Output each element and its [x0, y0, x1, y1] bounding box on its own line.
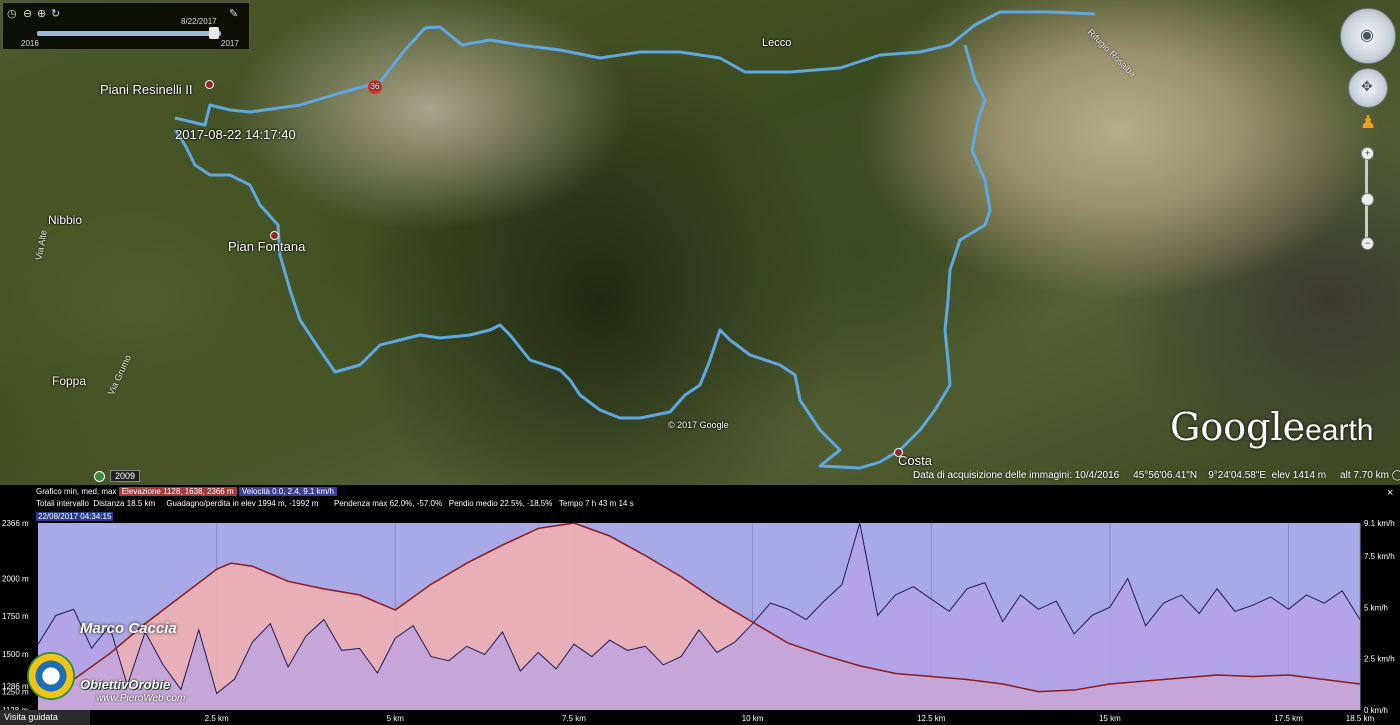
y-right-tick-label: 0 km/h	[1364, 706, 1388, 715]
wrench-icon[interactable]: ✎	[229, 7, 238, 20]
logo-google-word: Google	[1170, 405, 1306, 449]
time-slider-knob[interactable]	[209, 27, 219, 39]
look-control[interactable]: ◉	[1340, 8, 1396, 64]
obiettivorobie-logo	[27, 652, 75, 700]
place-piani-resinelli[interactable]: Piani Resinelli II	[100, 82, 193, 97]
place-lecco[interactable]: Lecco	[762, 37, 791, 49]
track-timestamp-label: 2017-08-22 14:17:40	[175, 127, 296, 142]
route-line	[173, 10, 1096, 470]
loading-icon: ◯	[1391, 470, 1400, 481]
hand-icon: ✥	[1361, 78, 1373, 94]
zoom-out-button[interactable]: −	[1361, 237, 1374, 250]
time-slider-panel[interactable]: ◷ ⊖ ⊕ ↻ ✎ 8/22/2017 2016 2017	[2, 2, 250, 50]
x-tick-label: 7.5 km	[562, 714, 586, 723]
x-tick-label: 2.5 km	[205, 714, 229, 723]
imagery-date: Data di acquisizione delle immagini: 10/…	[913, 470, 1120, 481]
place-costa[interactable]: Costa	[898, 453, 932, 468]
status-bar: Data di acquisizione delle immagini: 10/…	[913, 470, 1400, 481]
x-tick-label: 10 km	[742, 714, 764, 723]
y-left-tick-label: 1250 m	[2, 688, 29, 697]
zoom-in-time-icon[interactable]: ⊕	[37, 7, 46, 20]
slider-start-year: 2016	[21, 39, 39, 48]
google-earth-logo: Googleearth	[1170, 405, 1373, 449]
x-tick-label: 5 km	[387, 714, 405, 723]
x-tick-label: 15 km	[1099, 714, 1121, 723]
author-watermark: Marco Caccia	[80, 620, 177, 637]
logo-text: ObiettivOrobie	[80, 677, 171, 692]
zoom-out-time-icon[interactable]: ⊖	[23, 7, 32, 20]
zoom-slider[interactable]: + −	[1361, 145, 1374, 250]
pin-costa[interactable]	[894, 448, 903, 457]
road-shield: 36	[368, 80, 382, 94]
map-view[interactable]: ◷ ⊖ ⊕ ↻ ✎ 8/22/2017 2016 2017 Piani Resi…	[0, 0, 1400, 485]
eye-icon: ◉	[1360, 27, 1374, 44]
altitude-readout: alt 7.70 km	[1340, 470, 1389, 481]
logo-earth-word: earth	[1305, 414, 1374, 447]
logo-url: www.PieroWeb.com	[96, 693, 186, 704]
x-tick-label: 18.5 km	[1346, 714, 1375, 723]
slider-end-year: 2017	[221, 39, 239, 48]
longitude: 9°24'04.58"E	[1208, 470, 1267, 481]
elevation-profile-panel[interactable]: Grafico min, med, max Elevazione 1128, 1…	[0, 485, 1400, 725]
year-badge[interactable]: 2009	[110, 470, 141, 482]
zoom-handle[interactable]	[1361, 193, 1374, 206]
guided-tour-button[interactable]: Visita guidata	[0, 710, 90, 725]
y-left-tick-label: 2366 m	[2, 519, 29, 528]
y-right-tick-label: 2.5 km/h	[1364, 655, 1395, 664]
y-right-tick-label: 9.1 km/h	[1364, 519, 1395, 528]
move-control[interactable]: ✥	[1348, 68, 1388, 108]
x-tick-label: 17.5 km	[1274, 714, 1303, 723]
elevation-chart[interactable]: 2.5 km 5 km 7.5 km 10 km 12.5 km 15 km 17.5 km…	[0, 485, 1400, 725]
street-view-pegman-icon[interactable]: ♟	[1360, 112, 1376, 133]
y-left-tick-label: 1750 m	[2, 612, 29, 621]
time-slider-track[interactable]	[37, 31, 221, 36]
latitude: 45°56'06.41"N	[1133, 470, 1198, 481]
place-nibbio[interactable]: Nibbio	[48, 213, 82, 227]
slider-date: 8/22/2017	[181, 17, 217, 26]
imagery-copyright: © 2017 Google	[668, 420, 729, 430]
elevation-readout: elev 1414 m	[1271, 470, 1327, 481]
refresh-icon[interactable]: ↻	[51, 7, 60, 20]
place-pian-fontana[interactable]: Pian Fontana	[228, 239, 305, 254]
clock-icon[interactable]: ◷	[7, 7, 17, 20]
place-foppa[interactable]: Foppa	[52, 374, 86, 388]
pin-piani-resinelli[interactable]	[205, 80, 214, 89]
y-right-tick-label: 5 km/h	[1364, 603, 1388, 612]
pin-pian-fontana[interactable]	[270, 231, 279, 240]
x-tick-label: 12.5 km	[917, 714, 946, 723]
historical-imagery-icon[interactable]	[94, 471, 105, 482]
y-left-tick-label: 1500 m	[2, 650, 29, 659]
y-left-tick-label: 2000 m	[2, 574, 29, 583]
y-right-tick-label: 7.5 km/h	[1364, 552, 1395, 561]
zoom-in-button[interactable]: +	[1361, 147, 1374, 160]
